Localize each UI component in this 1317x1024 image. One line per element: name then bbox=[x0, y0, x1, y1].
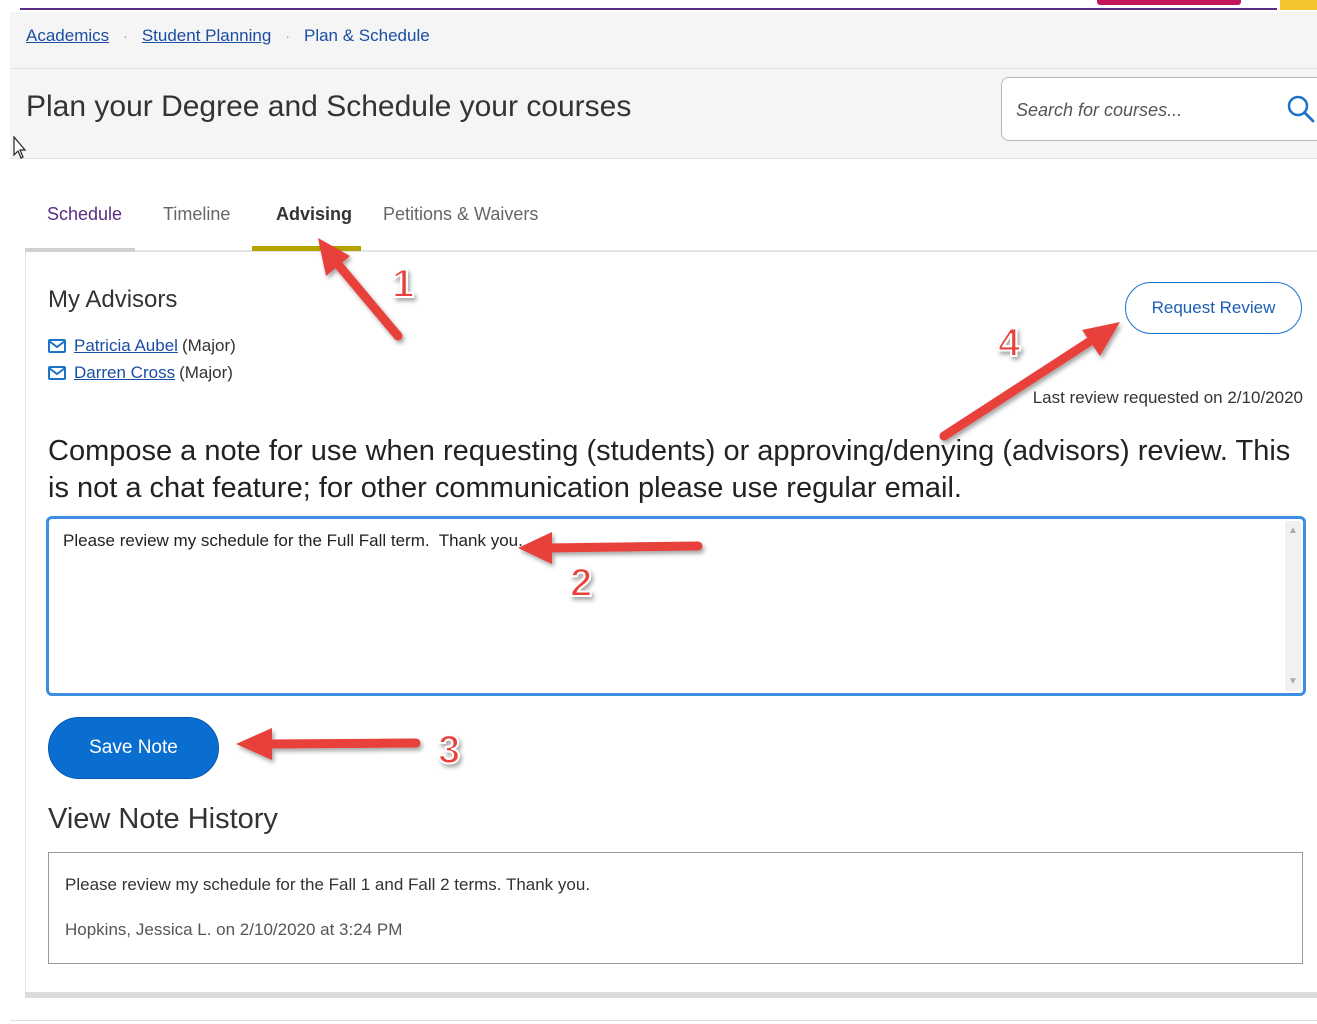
scroll-up-icon[interactable]: ▲ bbox=[1288, 525, 1298, 536]
mail-icon[interactable] bbox=[48, 339, 66, 353]
breadcrumb: Academics · Student Planning · Plan & Sc… bbox=[26, 26, 430, 46]
breadcrumb-separator: · bbox=[285, 28, 290, 44]
history-note-meta: Hopkins, Jessica L. on 2/10/2020 at 3:24… bbox=[65, 920, 403, 939]
advisors-heading: My Advisors bbox=[48, 286, 178, 313]
history-note-text: Please review my schedule for the Fall 1… bbox=[65, 875, 591, 894]
advisor-role: (Major) bbox=[179, 363, 233, 382]
note-textarea[interactable]: Please review my schedule for the Full F… bbox=[61, 529, 1275, 683]
panel-bottom-border bbox=[25, 992, 1317, 998]
advisor-name-link[interactable]: Darren Cross bbox=[74, 363, 175, 383]
mouse-cursor-icon bbox=[13, 136, 27, 159]
breadcrumb-student-planning[interactable]: Student Planning bbox=[142, 26, 272, 46]
tab-active-underline bbox=[252, 246, 361, 251]
page-title: Plan your Degree and Schedule your cours… bbox=[26, 90, 632, 123]
advisor-role: (Major) bbox=[181, 336, 236, 355]
tab-bar: Schedule Timeline Advising Petitions & W… bbox=[25, 190, 1317, 252]
footer-divider bbox=[10, 1020, 1317, 1021]
top-rule bbox=[20, 8, 1277, 10]
advisor-item: Patricia Aubel (Major) bbox=[48, 336, 236, 356]
tab-advising[interactable]: Advising bbox=[276, 204, 352, 225]
scroll-down-icon[interactable]: ▼ bbox=[1288, 676, 1298, 687]
advisor-item: Darren Cross (Major) bbox=[48, 363, 233, 383]
search-icon[interactable] bbox=[1286, 94, 1316, 124]
textarea-scrollbar[interactable]: ▲ ▼ bbox=[1285, 521, 1301, 691]
note-textarea-frame: Please review my schedule for the Full F… bbox=[46, 516, 1306, 696]
breadcrumb-academics[interactable]: Academics bbox=[26, 26, 109, 46]
breadcrumb-separator: · bbox=[123, 28, 128, 44]
header-divider bbox=[10, 68, 1317, 69]
save-note-button[interactable]: Save Note bbox=[48, 717, 219, 779]
advisor-name-link[interactable]: Patricia Aubel bbox=[74, 336, 178, 356]
tab-timeline[interactable]: Timeline bbox=[163, 204, 230, 225]
compose-note-label: Compose a note for use when requesting (… bbox=[48, 435, 1291, 504]
note-history-list: Please review my schedule for the Fall 1… bbox=[48, 852, 1303, 964]
search-input[interactable] bbox=[1014, 96, 1268, 124]
top-menu-tab[interactable] bbox=[1097, 0, 1241, 5]
page-header: Academics · Student Planning · Plan & Sc… bbox=[10, 12, 1317, 159]
mail-icon[interactable] bbox=[48, 366, 66, 380]
breadcrumb-current: Plan & Schedule bbox=[303, 26, 430, 45]
top-accent-bar bbox=[0, 0, 1317, 10]
last-review-status: Last review requested on 2/10/2020 bbox=[1032, 388, 1303, 407]
request-review-button[interactable]: Request Review bbox=[1125, 282, 1302, 334]
note-history-heading: View Note History bbox=[48, 803, 278, 835]
tab-schedule[interactable]: Schedule bbox=[47, 204, 122, 225]
tab-petitions-waivers[interactable]: Petitions & Waivers bbox=[383, 204, 538, 225]
course-search bbox=[1001, 77, 1317, 141]
top-gold-accent bbox=[1280, 0, 1317, 10]
